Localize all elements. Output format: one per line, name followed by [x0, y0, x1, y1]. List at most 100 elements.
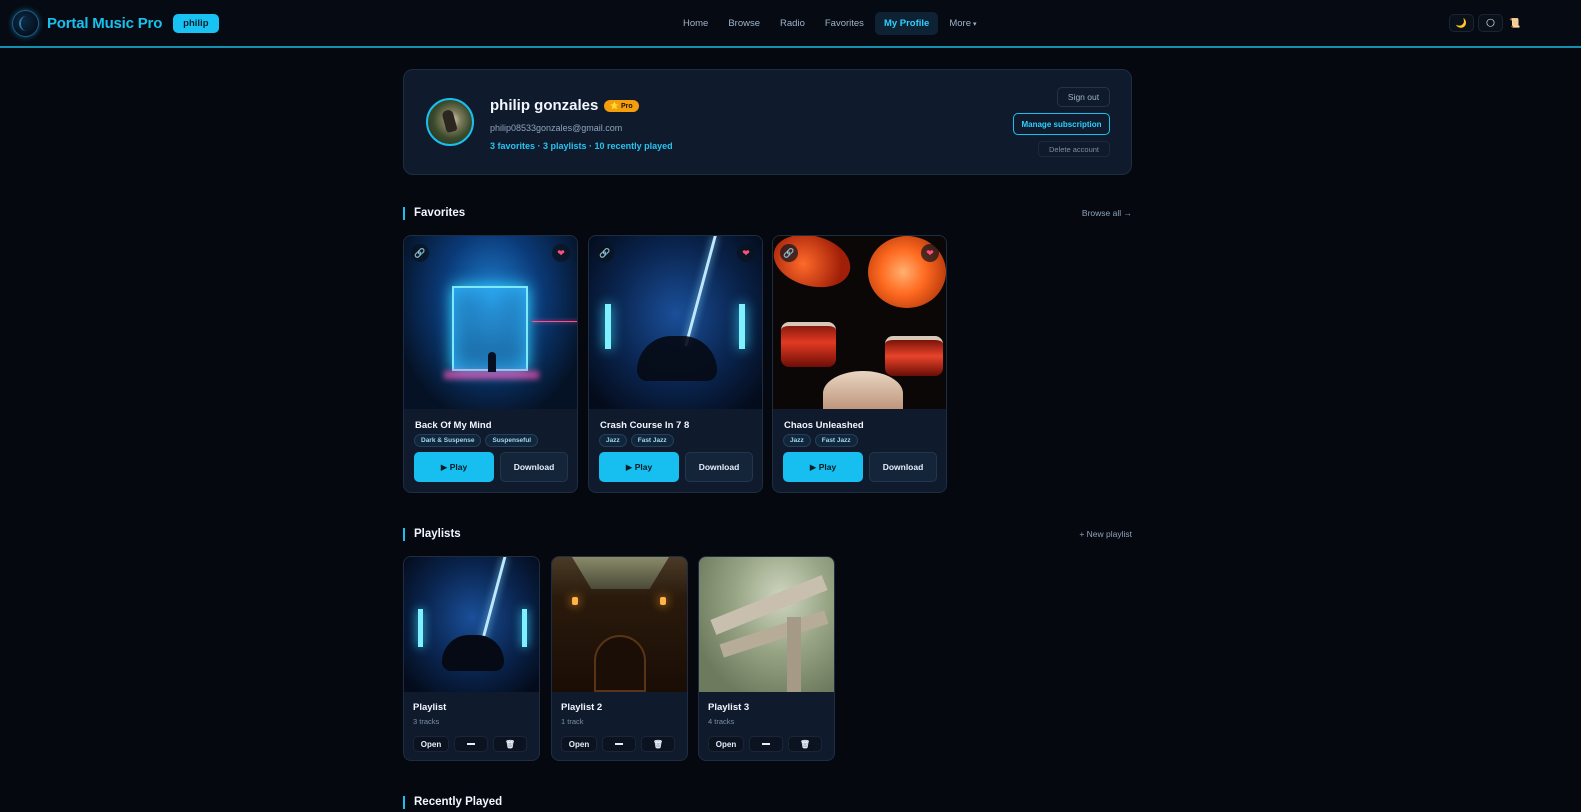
- nav-radio[interactable]: Radio: [771, 12, 814, 35]
- delete-playlist-button[interactable]: 🗑: [641, 736, 675, 752]
- tag[interactable]: Fast Jazz: [630, 434, 674, 447]
- profile-name-row: philip gonzales ⭐ Pro: [490, 97, 639, 114]
- art-shape: [781, 322, 836, 367]
- cover-art: [404, 236, 577, 409]
- rename-playlist-button[interactable]: [602, 736, 636, 752]
- link-icon[interactable]: 🔗: [596, 244, 614, 262]
- playlist-cover: [699, 557, 834, 692]
- playlist-actions: Open 🗑: [413, 736, 532, 752]
- profile-stats: 3 favorites · 3 playlists · 10 recently …: [490, 141, 673, 151]
- tag[interactable]: Suspenseful: [485, 434, 539, 447]
- delete-playlist-button[interactable]: 🗑: [493, 736, 527, 752]
- playlists-title: Playlists: [403, 528, 461, 541]
- minus-icon: [615, 743, 623, 745]
- top-navbar: Portal Music Pro philip Home Browse Radi…: [0, 0, 1581, 48]
- portal-logo-icon: [12, 10, 39, 37]
- cover-art: [589, 236, 762, 409]
- play-button[interactable]: ▶ Play: [599, 452, 679, 482]
- playlist-cover: [404, 557, 539, 692]
- delete-playlist-button[interactable]: 🗑: [788, 736, 822, 752]
- recent-header: Recently Played: [403, 796, 1132, 812]
- browse-all-link[interactable]: Browse all →: [1082, 208, 1132, 218]
- download-button[interactable]: Download: [685, 452, 753, 482]
- new-playlist-link[interactable]: + New playlist: [1079, 529, 1132, 539]
- heart-icon[interactable]: ❤: [921, 244, 939, 262]
- art-shape: [532, 321, 577, 322]
- art-shape: [739, 304, 745, 349]
- brand-name[interactable]: Portal Music Pro: [47, 15, 162, 32]
- art-shape: [594, 635, 646, 692]
- playlist-card[interactable]: Playlist 3 tracks Open 🗑: [403, 556, 540, 761]
- track-title: Crash Course In 7 8: [600, 420, 690, 431]
- nav-browse[interactable]: Browse: [719, 12, 769, 35]
- download-button[interactable]: Download: [869, 452, 937, 482]
- track-tags: Dark & Suspense Suspenseful: [414, 434, 542, 447]
- nav-my-profile[interactable]: My Profile: [874, 12, 939, 35]
- open-playlist-button[interactable]: Open: [413, 736, 449, 752]
- profile-email: philip08533gonzales@gmail.com: [490, 123, 623, 133]
- nav-more-label: More: [949, 18, 971, 29]
- open-playlist-button[interactable]: Open: [708, 736, 744, 752]
- favorites-title: Favorites: [403, 207, 465, 220]
- pro-badge: ⭐ Pro: [604, 99, 639, 112]
- tag[interactable]: Fast Jazz: [814, 434, 858, 447]
- light-mode-icon[interactable]: 🌕: [1478, 14, 1503, 32]
- art-shape: [885, 336, 943, 376]
- art-shape: [823, 371, 903, 409]
- brand[interactable]: Portal Music Pro philip: [12, 10, 219, 37]
- tag[interactable]: Jazz: [599, 434, 627, 447]
- play-button[interactable]: ▶ Play: [414, 452, 494, 482]
- nav-actions: 🌙 🌕 📜: [1445, 14, 1523, 32]
- delete-account-button[interactable]: Delete account: [1038, 141, 1110, 157]
- link-icon[interactable]: 🔗: [411, 244, 429, 262]
- user-chip[interactable]: philip: [173, 14, 219, 33]
- avatar: [426, 98, 474, 146]
- playlist-actions: Open 🗑: [561, 736, 680, 752]
- main-nav: Home Browse Radio Favorites My Profile M…: [674, 12, 988, 35]
- nav-favorites[interactable]: Favorites: [816, 12, 873, 35]
- art-shape: [787, 617, 801, 692]
- dark-mode-icon[interactable]: 🌙: [1449, 14, 1474, 32]
- cover-art: [773, 236, 946, 409]
- heart-icon[interactable]: ❤: [737, 244, 755, 262]
- open-playlist-button[interactable]: Open: [561, 736, 597, 752]
- playlist-card[interactable]: Playlist 2 1 track Open 🗑: [551, 556, 688, 761]
- favorite-card[interactable]: 🔗 ❤ Chaos Unleashed Jazz Fast Jazz ▶ Pla…: [772, 235, 947, 493]
- tag[interactable]: Dark & Suspense: [414, 434, 482, 447]
- playlist-cover: [552, 557, 687, 692]
- scroll-icon[interactable]: 📜: [1507, 14, 1523, 32]
- manage-subscription-button[interactable]: Manage subscription: [1013, 113, 1110, 135]
- art-shape: [480, 557, 507, 642]
- trash-icon: 🗑: [504, 739, 516, 749]
- playlist-track-count: 3 tracks: [413, 717, 440, 726]
- art-shape: [684, 236, 717, 346]
- profile-name: philip gonzales: [490, 97, 599, 114]
- art-shape: [488, 352, 496, 372]
- profile-card: philip gonzales ⭐ Pro philip08533gonzale…: [403, 69, 1132, 175]
- nav-home[interactable]: Home: [674, 12, 717, 35]
- art-shape: [637, 336, 717, 381]
- nav-more[interactable]: More ▾: [940, 12, 985, 35]
- art-shape: [444, 371, 539, 379]
- caret-down-icon: ▾: [973, 21, 977, 28]
- rename-playlist-button[interactable]: [454, 736, 488, 752]
- playlist-title: Playlist 2: [561, 702, 603, 713]
- playlist-title: Playlist 3: [708, 702, 750, 713]
- minus-icon: [467, 743, 475, 745]
- playlist-card[interactable]: Playlist 3 4 tracks Open 🗑: [698, 556, 835, 761]
- favorite-card[interactable]: 🔗 ❤ Back Of My Mind Dark & Suspense Susp…: [403, 235, 578, 493]
- track-tags: Jazz Fast Jazz: [599, 434, 678, 447]
- playlists-header: Playlists + New playlist: [403, 528, 1132, 544]
- link-icon[interactable]: 🔗: [780, 244, 798, 262]
- tag[interactable]: Jazz: [783, 434, 811, 447]
- art-shape: [572, 557, 669, 589]
- trash-icon: 🗑: [799, 739, 811, 749]
- playlist-track-count: 1 track: [561, 717, 584, 726]
- download-button[interactable]: Download: [500, 452, 568, 482]
- sign-out-button[interactable]: Sign out: [1057, 87, 1110, 107]
- minus-icon: [762, 743, 770, 745]
- rename-playlist-button[interactable]: [749, 736, 783, 752]
- play-button[interactable]: ▶ Play: [783, 452, 863, 482]
- favorite-card[interactable]: 🔗 ❤ Crash Course In 7 8 Jazz Fast Jazz ▶…: [588, 235, 763, 493]
- heart-icon[interactable]: ❤: [552, 244, 570, 262]
